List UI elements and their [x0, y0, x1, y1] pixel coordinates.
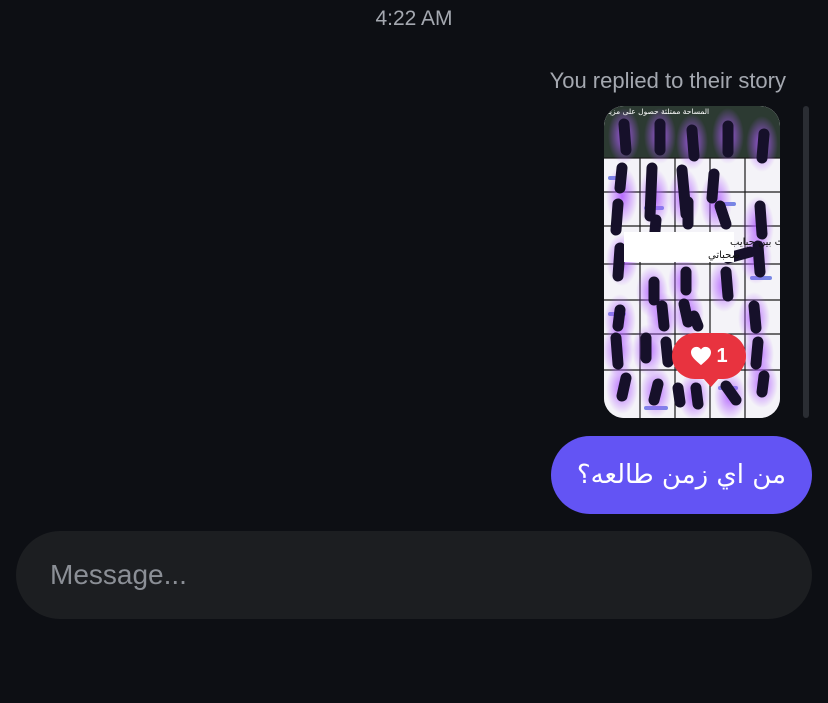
story-caption-line2: صحباتي [708, 250, 740, 261]
message-composer [16, 531, 812, 619]
heart-icon [691, 346, 712, 366]
sent-message-text: من اي زمن طالعه؟ [576, 460, 786, 490]
sent-message-bubble[interactable]: من اي زمن طالعه؟ [550, 436, 812, 514]
story-top-text: المساحة ممتلئة حصول على مزيد [606, 107, 709, 116]
message-input[interactable] [16, 531, 812, 619]
message-timestamp: 4:22 AM [375, 7, 453, 30]
story-reply-note: You replied to their story [549, 68, 786, 93]
chat-screen: 4:22 AM You replied to their story المسا… [0, 0, 828, 703]
story-caption-line1: أنا الطرف الثالث بين حبايب [730, 235, 780, 248]
thread-scrollbar[interactable] [803, 106, 809, 418]
like-count: 1 [716, 344, 728, 367]
like-badge[interactable]: 1 [672, 333, 746, 387]
